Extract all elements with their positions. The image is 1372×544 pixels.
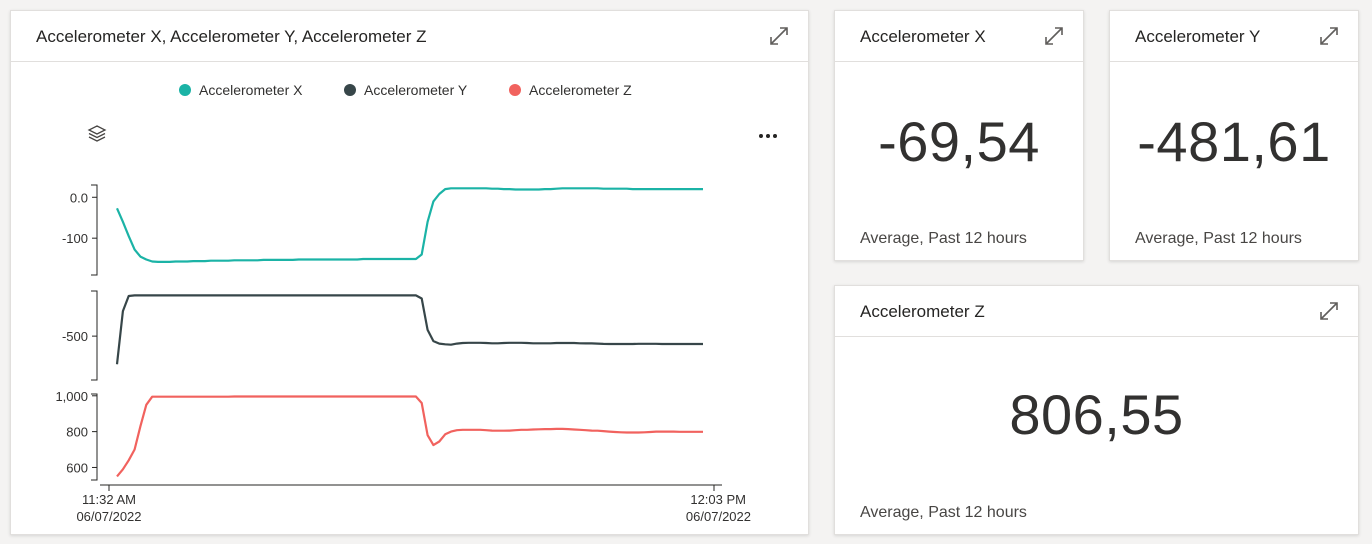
tile-value: 806,55 (1009, 383, 1184, 446)
x-tick-label-end-date: 06/07/2022 (686, 509, 751, 524)
expand-icon[interactable] (1043, 25, 1065, 47)
expand-icon[interactable] (1318, 25, 1340, 47)
tile-value: -481,61 (1137, 110, 1331, 173)
tile-title: Accelerometer Y (1135, 27, 1261, 46)
y-tick-label: 600 (66, 460, 88, 475)
tile-footer: Average, Past 12 hours (860, 230, 1027, 247)
series-line-accelerometer-y[interactable] (115, 294, 703, 365)
y-axis-line (91, 184, 98, 276)
y-tick-label: 800 (66, 425, 88, 440)
line-chart: 0.0 -100 -500 1,000 800 600 11:32 AM 06/07/2022… (55, 184, 751, 524)
x-tick-label-end-time: 12:03 PM (690, 492, 746, 507)
tile-header: Accelerometer Y (1110, 11, 1358, 62)
series-line-accelerometer-x[interactable] (115, 187, 703, 263)
tile-header: Accelerometer Z (835, 286, 1358, 337)
y-tick-label: 0.0 (70, 190, 88, 205)
series-line-accelerometer-z[interactable] (116, 395, 703, 478)
accelerometer-z-tile: Accelerometer Z 806,55 Average, Past 12 … (834, 285, 1359, 535)
tile-title: Accelerometer Z (860, 302, 985, 321)
expand-icon[interactable] (1318, 300, 1340, 322)
y-axis-line (91, 290, 98, 381)
accelerometer-x-tile: Accelerometer X -69,54 Average, Past 12 … (834, 10, 1084, 261)
tile-footer: Average, Past 12 hours (860, 504, 1027, 521)
tile-footer: Average, Past 12 hours (1135, 230, 1302, 247)
x-tick-label-start-date: 06/07/2022 (76, 509, 141, 524)
tile-title: Accelerometer X (860, 27, 986, 46)
y-tick-label: -100 (62, 231, 88, 246)
tile-value: -69,54 (878, 110, 1040, 173)
tile-header: Accelerometer X (835, 11, 1083, 62)
accelerometer-y-tile: Accelerometer Y -481,61 Average, Past 12… (1109, 10, 1359, 261)
y-tick-label: -500 (62, 329, 88, 344)
x-tick-label-start-time: 11:32 AM (82, 492, 136, 507)
y-tick-label: 1,000 (55, 389, 88, 404)
